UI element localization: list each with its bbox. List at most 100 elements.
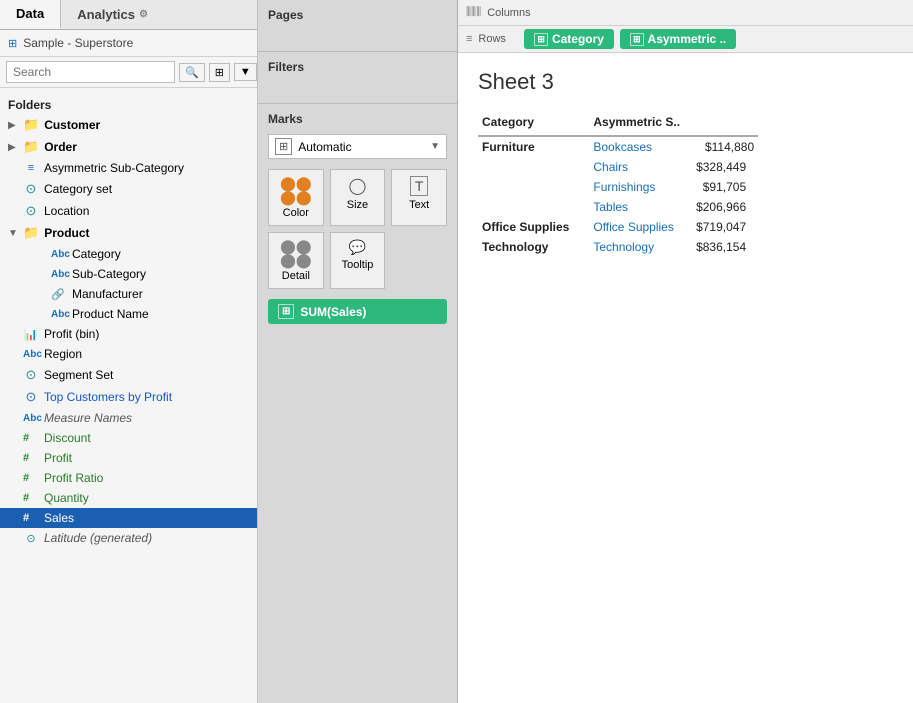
measure-icon: #	[23, 452, 39, 464]
item-label: Profit (bin)	[44, 327, 99, 341]
value-cell: $836,154	[692, 237, 758, 257]
mark-size-button[interactable]: ◯ Size	[330, 169, 386, 226]
rows-icon: ≡	[466, 33, 472, 45]
item-label: Latitude (generated)	[44, 531, 152, 545]
folder-label: Order	[44, 140, 77, 154]
item-label: Discount	[44, 431, 91, 445]
source-icon: ⊞	[8, 37, 17, 50]
value-cell: $114,880	[692, 136, 758, 157]
sub-category-cell: Office Supplies	[589, 217, 692, 237]
set-icon: ⊙	[23, 389, 39, 405]
rows-category-pill[interactable]: ⊞ Category	[524, 29, 614, 49]
item-label: Segment Set	[44, 368, 113, 382]
search-button[interactable]: 🔍	[179, 63, 205, 82]
pill-icon: ⊞	[278, 304, 294, 319]
size-icon: ◯	[349, 176, 367, 196]
expand-arrow: ▼	[8, 228, 18, 239]
tooltip-label: Tooltip	[342, 259, 374, 271]
columns-label: Columns	[487, 7, 530, 19]
category-cell: Office Supplies	[478, 217, 589, 237]
item-category[interactable]: Abc Category	[0, 244, 257, 264]
search-input[interactable]	[6, 61, 175, 83]
item-product-name[interactable]: Abc Product Name	[0, 304, 257, 324]
item-label: Profit Ratio	[44, 471, 103, 485]
expand-arrow: ▶	[8, 120, 18, 131]
item-asymmetric-sub-category[interactable]: ≡ Asymmetric Sub-Category	[0, 158, 257, 178]
set-icon: ⊙	[23, 367, 39, 383]
item-discount[interactable]: # Discount	[0, 428, 257, 448]
sum-sales-pill[interactable]: ⊞ SUM(Sales)	[268, 299, 447, 324]
value-cell: $719,047	[692, 217, 758, 237]
item-profit-ratio[interactable]: # Profit Ratio	[0, 468, 257, 488]
item-sales[interactable]: # Sales	[0, 508, 257, 528]
value-cell: $328,449	[692, 157, 758, 177]
item-latitude[interactable]: ⊙ Latitude (generated)	[0, 528, 257, 548]
item-label: Sales	[44, 511, 74, 525]
tooltip-icon: 💬	[349, 239, 366, 256]
sub-category-cell: Furnishings	[589, 177, 692, 197]
tab-analytics[interactable]: Analytics ⚙	[61, 0, 164, 29]
measure-icon: ⊙	[23, 532, 39, 545]
item-segment-set[interactable]: ⊙ Segment Set	[0, 364, 257, 386]
mark-color-button[interactable]: ⬤⬤⬤⬤ Color	[268, 169, 324, 226]
item-region[interactable]: Abc Region	[0, 344, 257, 364]
item-sub-category[interactable]: Abc Sub-Category	[0, 264, 257, 284]
table-row: Technology Technology $836,154	[478, 237, 758, 257]
folder-order[interactable]: ▶ 📁 Order	[0, 136, 257, 158]
source-label: Sample - Superstore	[23, 36, 133, 50]
analytics-options-icon[interactable]: ⚙	[139, 9, 148, 20]
abc-icon: Abc	[51, 309, 67, 320]
item-label: Region	[44, 347, 82, 361]
abc-icon: Abc	[51, 249, 67, 260]
item-location[interactable]: ⊙ Location	[0, 200, 257, 222]
marks-type-label: Automatic	[298, 140, 351, 154]
folder-label: Product	[44, 226, 89, 240]
asymmetric-pill-label: Asymmetric ..	[648, 32, 727, 46]
bin-icon: 📊	[23, 328, 39, 341]
measure-icon: #	[23, 472, 39, 484]
marks-header: Marks	[268, 112, 447, 126]
mark-detail-button[interactable]: ⬤⬤⬤⬤ Detail	[268, 232, 324, 289]
sub-category-cell: Tables	[589, 197, 692, 217]
detail-label: Detail	[282, 270, 310, 282]
item-profit-bin[interactable]: 📊 Profit (bin)	[0, 324, 257, 344]
item-top-customers[interactable]: ⊙ Top Customers by Profit	[0, 386, 257, 408]
table-row: Furnishings $91,705	[478, 177, 758, 197]
abc-icon: Abc	[23, 349, 39, 360]
folder-label: Customer	[44, 118, 100, 132]
item-label: Category set	[44, 182, 112, 196]
sort-button[interactable]: ▼	[234, 63, 257, 81]
folder-product[interactable]: ▼ 📁 Product	[0, 222, 257, 244]
tab-data[interactable]: Data	[0, 0, 61, 29]
item-measure-names[interactable]: Abc Measure Names	[0, 408, 257, 428]
rows-asymmetric-pill[interactable]: ⊞ Asymmetric ..	[620, 29, 736, 49]
item-label: Asymmetric Sub-Category	[44, 161, 184, 175]
item-label: Product Name	[72, 307, 149, 321]
marks-type-dropdown[interactable]: ⊞ Automatic ▼	[268, 134, 447, 159]
sub-category-cell: Technology	[589, 237, 692, 257]
folder-icon: 📁	[23, 139, 39, 155]
item-label: Top Customers by Profit	[44, 390, 172, 404]
item-quantity[interactable]: # Quantity	[0, 488, 257, 508]
item-category-set[interactable]: ⊙ Category set	[0, 178, 257, 200]
item-profit[interactable]: # Profit	[0, 448, 257, 468]
view-toggle-button[interactable]: ⊞	[209, 63, 230, 82]
mark-tooltip-button[interactable]: 💬 Tooltip	[330, 232, 386, 289]
item-manufacturer[interactable]: 🔗 Manufacturer	[0, 284, 257, 304]
folder-icon: 📁	[23, 225, 39, 241]
pill-label: SUM(Sales)	[300, 305, 366, 319]
sheet-title: Sheet 3	[478, 69, 893, 95]
item-label: Measure Names	[44, 411, 132, 425]
mark-text-button[interactable]: T Text	[391, 169, 447, 226]
category-cell: Technology	[478, 237, 589, 257]
marks-type-icon: ⊞	[275, 138, 292, 155]
sub-category-cell: Chairs	[589, 157, 692, 177]
item-label: Category	[72, 247, 121, 261]
col-asymmetric-header: Asymmetric S..	[589, 111, 692, 136]
abc-icon: Abc	[51, 269, 67, 280]
expand-arrow: ▶	[8, 142, 18, 153]
value-cell: $91,705	[692, 177, 758, 197]
folder-customer[interactable]: ▶ 📁 Customer	[0, 114, 257, 136]
dropdown-arrow-icon: ▼	[430, 141, 440, 152]
table-row: Office Supplies Office Supplies $719,047	[478, 217, 758, 237]
